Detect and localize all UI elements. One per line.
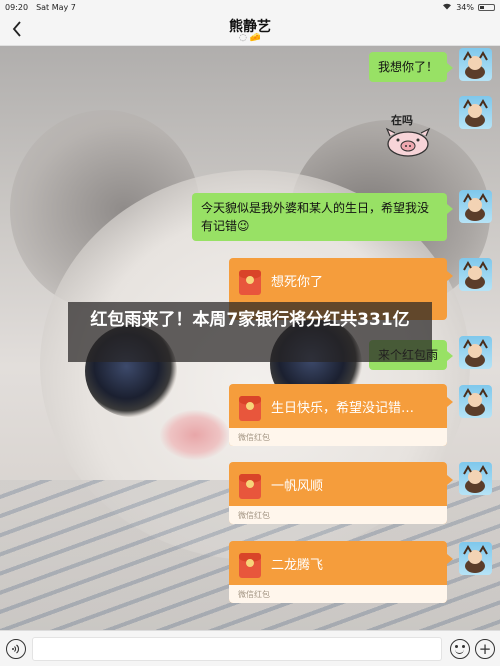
pig-sticker[interactable]: 在吗 (382, 112, 434, 158)
red-packet-message[interactable]: 一帆风顺 微信红包 (229, 462, 453, 524)
red-envelope-icon (239, 553, 261, 578)
voice-button[interactable] (6, 639, 26, 659)
status-bar: 09:20 Sat May 7 34% (0, 0, 500, 14)
red-packet-footer: 微信红包 (229, 585, 447, 603)
plus-icon: + (478, 639, 492, 658)
more-button[interactable]: + (475, 639, 495, 659)
red-packet-footer: 微信红包 (229, 506, 447, 524)
red-packet-message[interactable]: 生日快乐，希望没记错… 微信红包 (229, 384, 453, 446)
wifi-icon (442, 2, 452, 12)
avatar[interactable] (459, 48, 492, 81)
emoji-button[interactable] (450, 639, 470, 659)
red-packet-text: 二龙腾飞 (271, 558, 324, 573)
red-envelope-icon (239, 270, 261, 295)
avatar[interactable] (459, 258, 492, 291)
battery-fill (480, 5, 484, 9)
status-date: Sat May 7 (36, 2, 76, 12)
avatar[interactable] (459, 462, 492, 495)
avatar[interactable] (459, 542, 492, 575)
kitten-nose (160, 410, 230, 460)
red-packet-message[interactable]: 二龙腾飞 微信红包 (229, 541, 453, 603)
battery-percent: 34% (456, 2, 474, 12)
status-time: 09:20 (5, 2, 29, 12)
contact-status: ◌ 🧀 (239, 33, 261, 43)
red-packet-text: 生日快乐，希望没记错… (271, 401, 415, 416)
chat-header: 熊静艺 ◌ 🧀 (0, 14, 500, 46)
red-envelope-icon (239, 474, 261, 499)
message-input[interactable] (32, 637, 442, 661)
input-bar: + (0, 630, 500, 666)
message-bubble[interactable]: 今天貌似是我外婆和某人的生日，希望我没有记错😉 (192, 193, 453, 241)
red-packet-text: 一帆风顺 (271, 479, 324, 494)
battery-icon (478, 3, 495, 11)
red-packet-text: 想死你了 (271, 275, 324, 290)
red-packet-footer: 微信红包 (229, 428, 447, 446)
avatar[interactable] (459, 190, 492, 223)
voice-icon (12, 644, 19, 654)
avatar[interactable] (459, 385, 492, 418)
news-headline-overlay: 红包雨来了！本周7家银行将分红共331亿 (68, 302, 432, 362)
avatar[interactable] (459, 96, 492, 129)
avatar[interactable] (459, 336, 492, 369)
red-envelope-icon (239, 396, 261, 421)
message-bubble[interactable]: 我想你了！ (368, 52, 454, 82)
